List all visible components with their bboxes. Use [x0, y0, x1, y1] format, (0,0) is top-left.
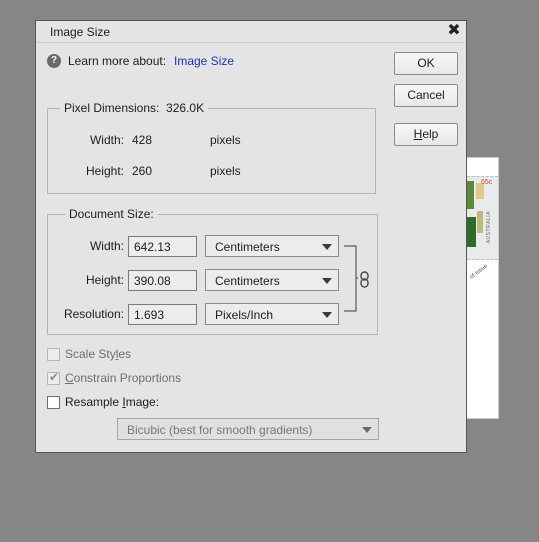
- constrain-proportions-label: Constrain Proportions: [65, 371, 182, 385]
- pixel-dimensions-group: Pixel Dimensions: 326.0K Width: 428 pixe…: [47, 101, 376, 194]
- resample-image-box[interactable]: [47, 396, 60, 409]
- resample-method-select[interactable]: Bicubic (best for smooth gradients): [117, 418, 379, 440]
- cancel-button[interactable]: Cancel: [394, 84, 458, 107]
- stamp-country: AUSTRALIA: [486, 211, 492, 244]
- background-document: 65c AUSTRALIA of issue: [466, 157, 499, 419]
- chain-link-icon: [360, 271, 369, 288]
- pixel-dimensions-legend: Pixel Dimensions: 326.0K: [60, 101, 209, 115]
- resolution-unit-select[interactable]: Pixels/Inch: [205, 303, 339, 325]
- postage-stamp-image: 65c AUSTRALIA: [467, 176, 498, 260]
- help-icon: ?: [47, 54, 61, 68]
- pixel-height-unit: pixels: [210, 164, 241, 178]
- pixel-width-unit: pixels: [210, 133, 241, 147]
- resolution-label: Resolution:: [63, 307, 124, 321]
- learn-more-link[interactable]: Image Size: [174, 54, 234, 68]
- close-icon[interactable]: ✖: [445, 21, 463, 41]
- pixel-width-value: 428: [132, 133, 153, 147]
- learn-more-text: Learn more about:: [68, 54, 167, 68]
- scale-styles-box[interactable]: [47, 348, 60, 361]
- resample-image-label: Resample Image:: [65, 395, 160, 409]
- doc-height-field[interactable]: [128, 270, 197, 291]
- pixel-height-label: Height:: [85, 164, 124, 178]
- doc-height-unit-select[interactable]: Centimeters: [205, 269, 339, 291]
- postmark-text: of issue: [469, 263, 489, 281]
- chevron-down-icon: [322, 244, 332, 250]
- chevron-down-icon: [362, 427, 372, 433]
- image-size-dialog: Image Size ✖ ? Learn more about: Image S…: [35, 20, 467, 453]
- resolution-field[interactable]: [128, 304, 197, 325]
- pixel-width-label: Width:: [89, 133, 124, 147]
- help-button[interactable]: Help: [394, 123, 458, 146]
- chevron-down-icon: [322, 312, 332, 318]
- pixel-dimensions-size: 326.0K: [166, 101, 205, 115]
- dialog-title: Image Size: [50, 25, 111, 39]
- constrain-proportions-box[interactable]: ✔: [47, 370, 60, 385]
- doc-height-label: Height:: [85, 273, 124, 287]
- pixel-height-value: 260: [132, 164, 153, 178]
- doc-width-label: Width:: [89, 239, 124, 253]
- doc-width-field[interactable]: [128, 236, 197, 257]
- document-size-group: Document Size: Width: Centimeters Height…: [47, 207, 378, 335]
- check-icon: ✔: [49, 370, 60, 384]
- scale-styles-label: Scale Styles: [65, 347, 132, 361]
- title-bar[interactable]: Image Size ✖: [36, 21, 466, 43]
- stamp-price: 65c: [481, 179, 493, 186]
- doc-width-unit-select[interactable]: Centimeters: [205, 235, 339, 257]
- chevron-down-icon: [322, 278, 332, 284]
- ok-button[interactable]: OK: [394, 52, 458, 75]
- document-size-legend: Document Size:: [65, 207, 158, 221]
